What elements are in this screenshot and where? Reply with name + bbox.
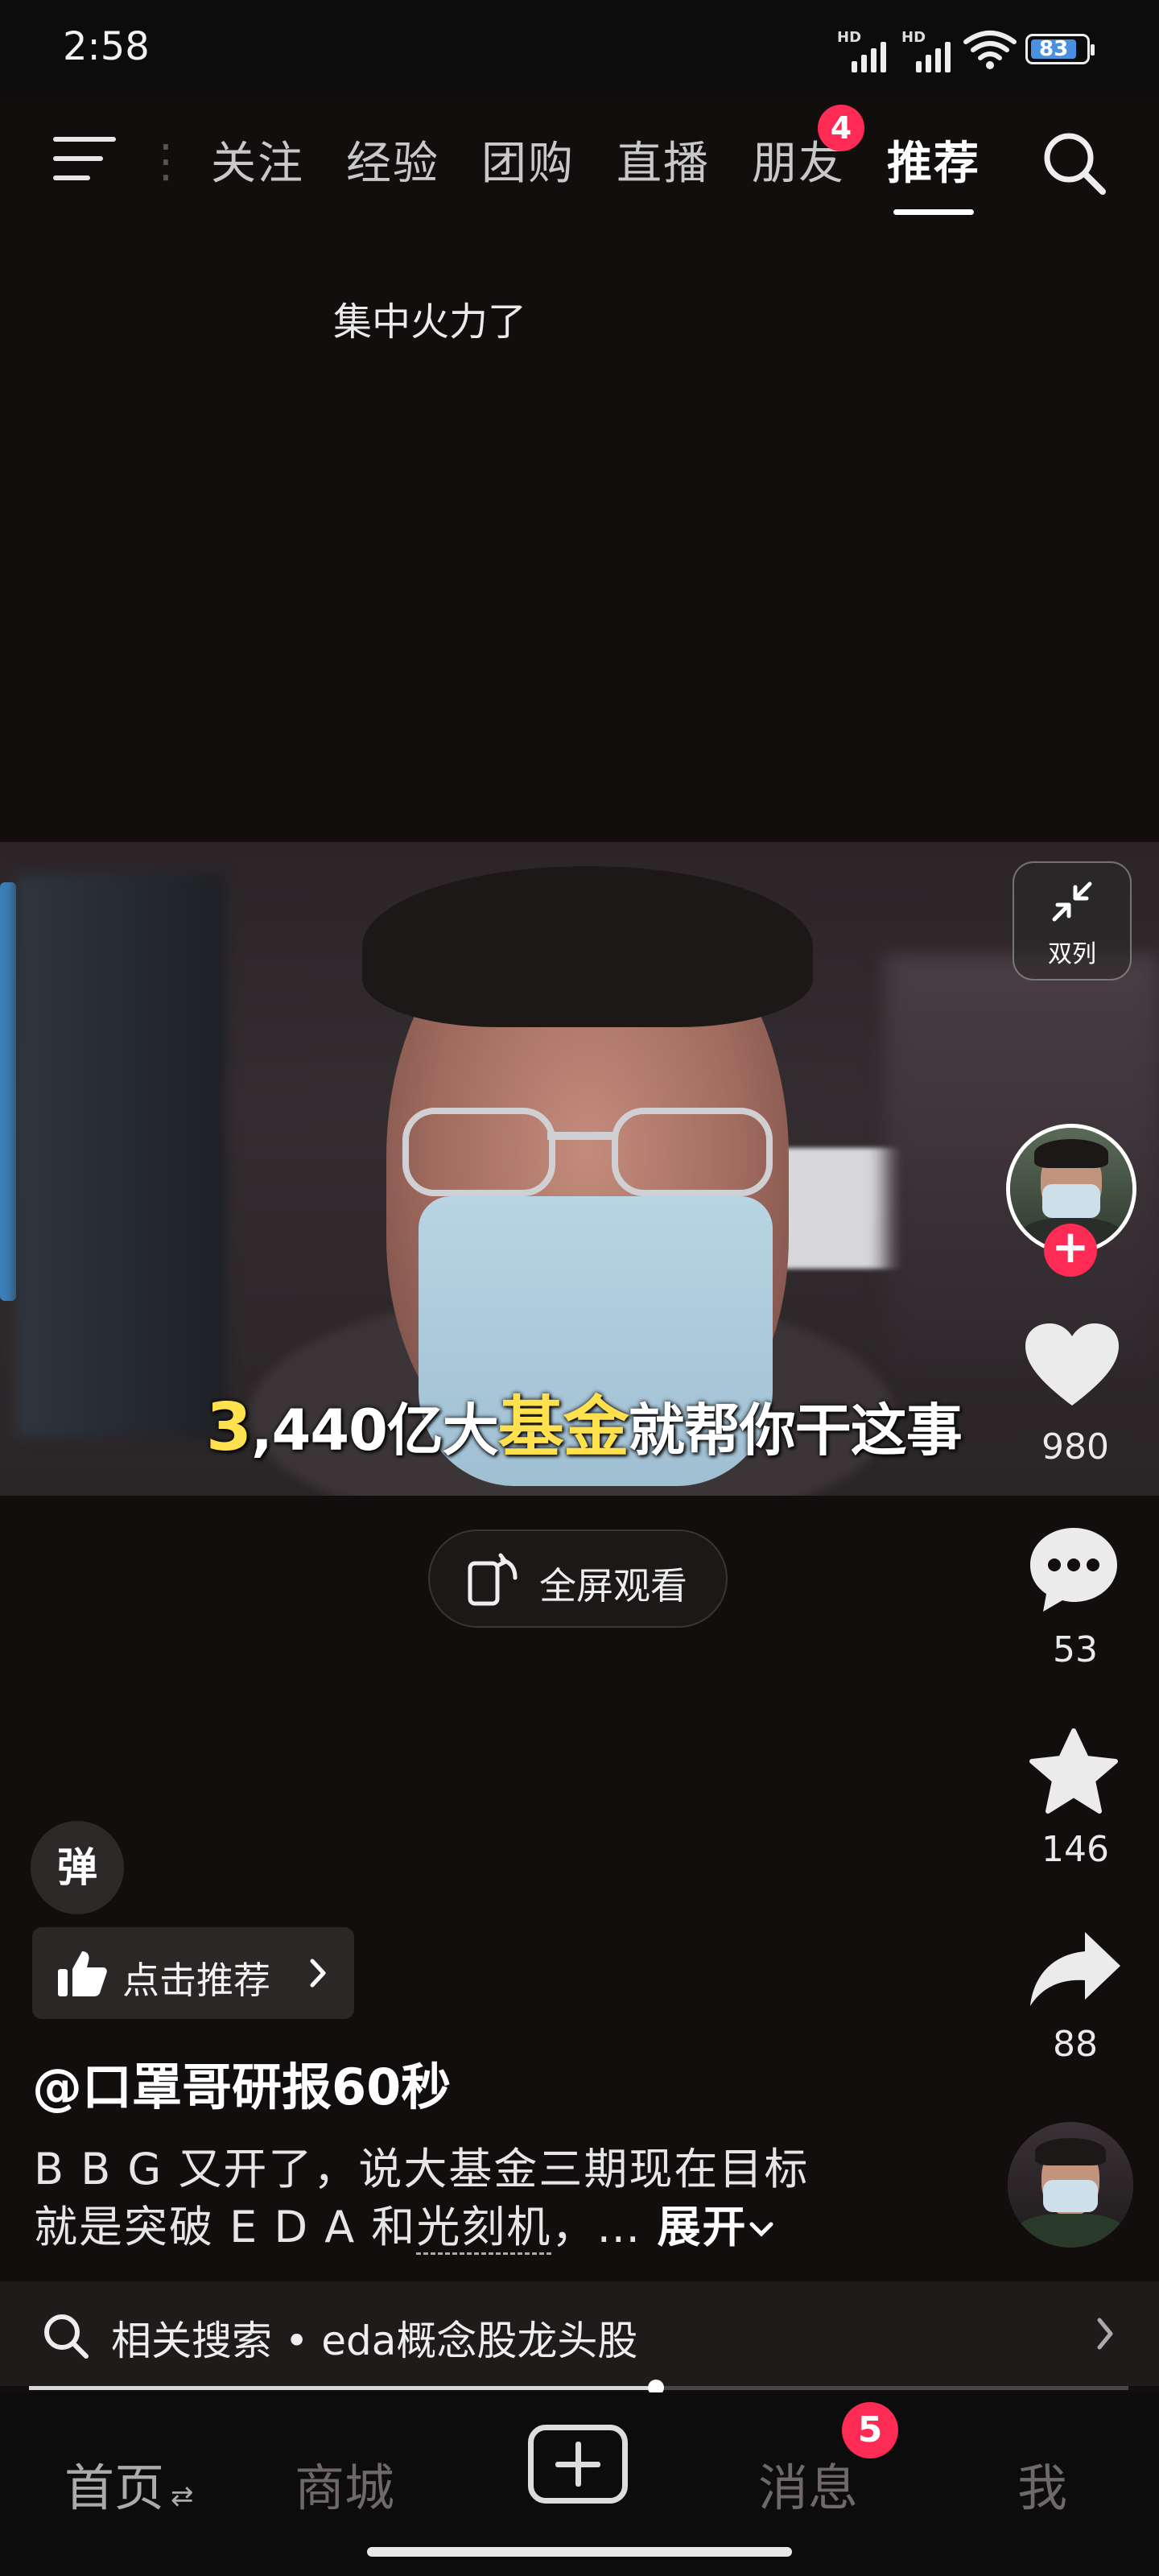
wifi-icon [963,31,1017,69]
danmaku-toggle[interactable]: 弹 [31,1821,124,1914]
follow-button[interactable]: + [1044,1224,1097,1277]
chevron-right-icon [1097,2318,1113,2350]
related-search-bar[interactable]: 相关搜索 • eda概念股龙头股 [0,2281,1159,2386]
active-tab-indicator [893,209,974,215]
top-nav: ⋮ 关注 经验 团购 直播 朋友 4 推荐 [0,97,1159,225]
comment-icon[interactable] [1027,1525,1120,1615]
recommend-button[interactable]: 点击推荐 [32,1927,354,2019]
video-progress-fill [29,2386,656,2390]
like-count: 980 [1041,1426,1109,1468]
description-line-2: 就是突破 E D A 和光刻机，… 展开 [34,2191,776,2255]
chevron-right-icon [310,1959,326,1988]
collapse-icon [1052,881,1092,922]
menu-icon[interactable] [48,130,121,195]
rotate-screen-icon [468,1553,518,1606]
partial-tab-hint: ⋮ [143,135,188,188]
related-search-label: 相关搜索 • eda概念股龙头股 [111,2318,638,2364]
signal-2-icon: HD [901,29,958,72]
favorite-count: 146 [1041,1829,1109,1870]
double-column-button[interactable]: 双列 [1013,861,1132,980]
friends-badge: 4 [818,105,864,151]
search-icon [44,2314,89,2359]
glasses-right [612,1108,773,1196]
nav-home[interactable]: 首页 ⇄ [64,2447,194,2520]
nav-mall[interactable]: 商城 [295,2447,394,2520]
signal-1-icon: HD [837,29,893,72]
recommend-label: 点击推荐 [122,1959,270,2002]
home-indicator [367,2547,792,2557]
fullscreen-button[interactable]: 全屏观看 [428,1530,728,1628]
like-icon[interactable] [1024,1322,1120,1409]
status-time: 2:58 [63,24,150,69]
messages-badge: 5 [842,2402,898,2458]
nav-messages[interactable]: 消息 [758,2447,858,2520]
share-count: 88 [1053,2024,1098,2065]
search-icon[interactable] [1038,127,1111,200]
battery-level: 83 [1039,37,1069,61]
battery-icon: 83 [1025,34,1095,64]
video-subtitle: 3,440亿大基金就帮你干这事 [206,1389,963,1466]
description-keyword-link[interactable]: 光刻机 [416,2202,552,2255]
nav-me[interactable]: 我 [1017,2447,1067,2520]
expand-link[interactable]: 展开 [657,2202,747,2252]
favorite-icon[interactable] [1027,1728,1120,1816]
tab-experience[interactable]: 经验 [346,127,439,192]
fullscreen-label: 全屏观看 [539,1564,687,1608]
author-name[interactable]: @口罩哥研报60秒 [32,2046,451,2119]
double-column-label: 双列 [1048,940,1096,968]
tab-group-buy[interactable]: 团购 [481,127,575,192]
tab-recommended[interactable]: 推荐 [887,127,980,192]
thumbs-up-icon [58,1951,107,1996]
tab-live[interactable]: 直播 [617,127,710,192]
description-line-1: B B G 又开了，说大基金三期现在目标 [34,2144,810,2194]
video-caption: 集中火力了 [333,299,527,345]
tab-following[interactable]: 关注 [211,127,304,192]
status-bar: 2:58 HD HD 83 [0,0,1159,97]
music-disc-avatar[interactable] [1008,2122,1133,2248]
share-icon[interactable] [1027,1929,1124,2009]
glasses-left [402,1108,555,1196]
chevron-down-icon [749,2222,773,2237]
swap-icon: ⇄ [171,2480,194,2512]
comment-count: 53 [1053,1629,1098,1670]
create-button[interactable] [528,2425,628,2504]
